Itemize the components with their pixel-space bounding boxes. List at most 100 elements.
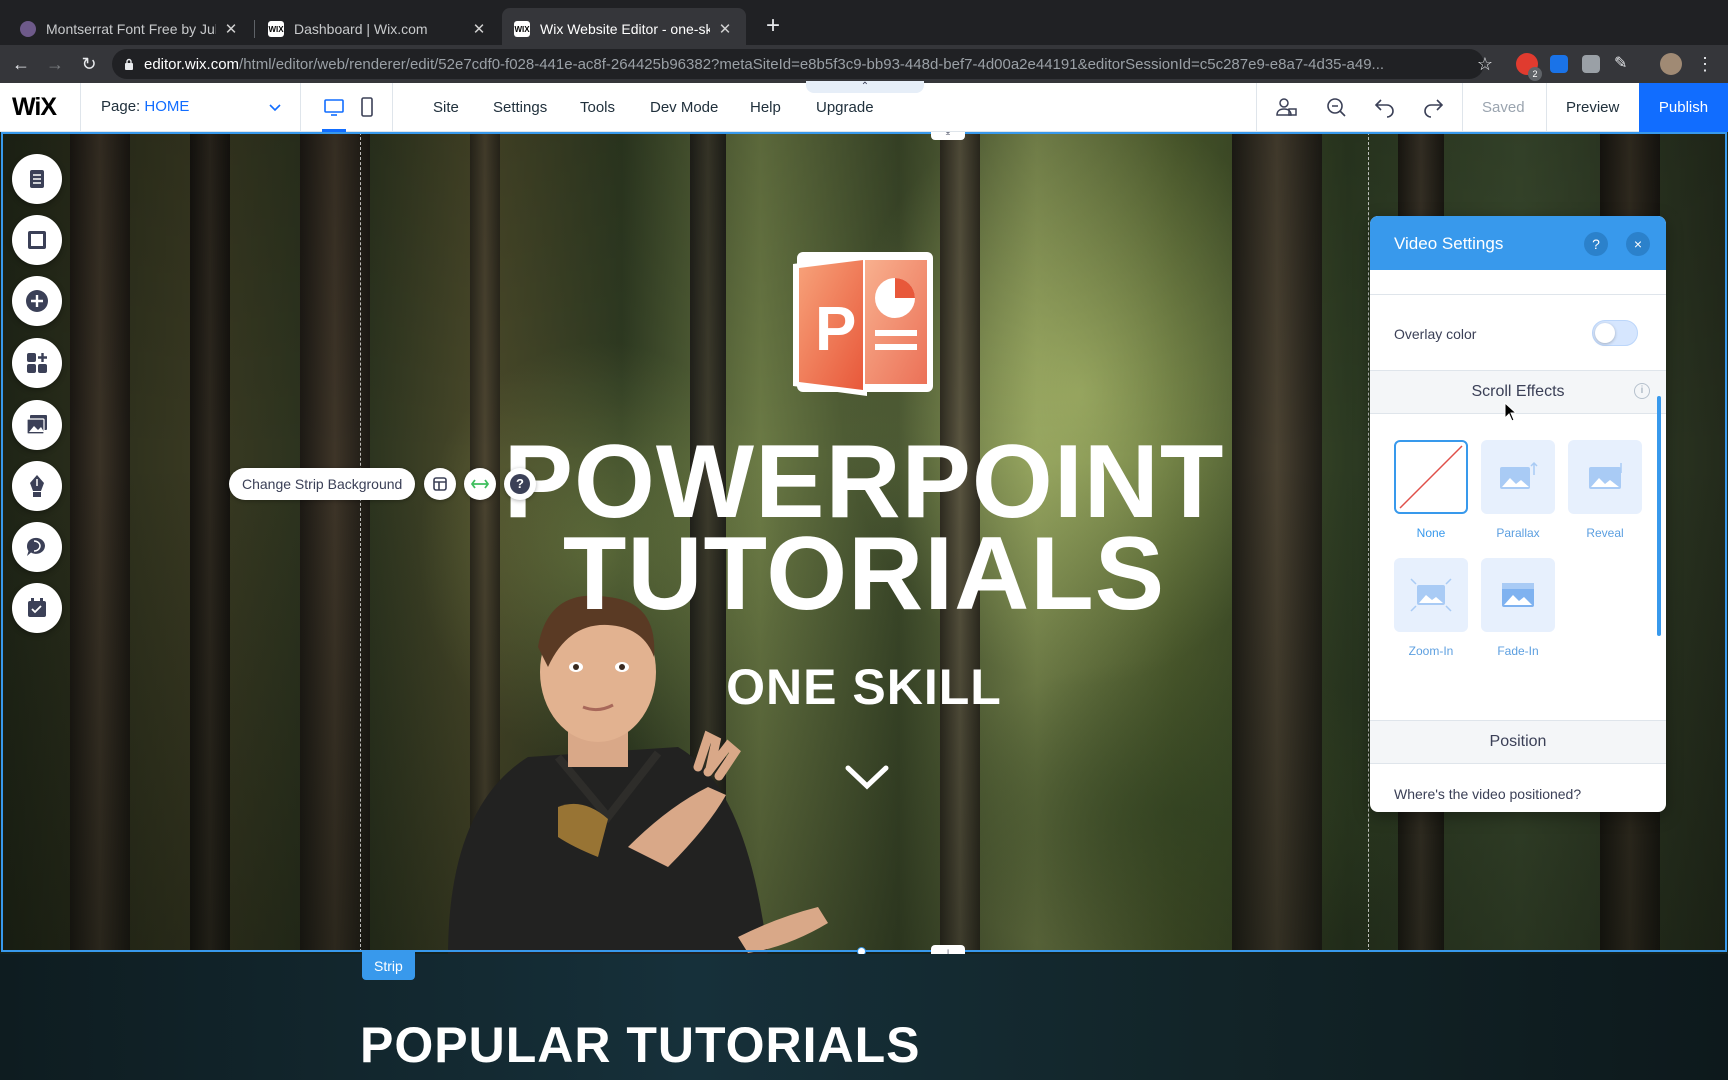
bookings-icon: [28, 598, 46, 617]
menu-site[interactable]: Site: [433, 99, 459, 116]
info-icon[interactable]: i: [1634, 383, 1650, 399]
panel-close-button[interactable]: ×: [1626, 232, 1650, 256]
panel-title: Video Settings: [1394, 234, 1504, 253]
zoom-out-icon[interactable]: [1324, 95, 1348, 119]
pencil-extension-icon[interactable]: ✎: [1614, 53, 1636, 75]
montserrat-favicon-icon: [20, 21, 36, 37]
collapse-top-bar-handle[interactable]: ⌃: [806, 81, 924, 93]
tab-title: Dashboard | Wix.com: [294, 21, 428, 37]
lock-icon: [125, 58, 133, 70]
overlay-color-toggle[interactable]: [1592, 320, 1638, 346]
scroll-effect-fade-in[interactable]: [1481, 558, 1555, 632]
wix-favicon-icon: WIX: [268, 21, 284, 37]
reveal-image-icon: [1589, 463, 1622, 489]
divider: [1256, 83, 1257, 132]
new-tab-button[interactable]: +: [758, 12, 788, 42]
panel-help-button[interactable]: ?: [1584, 232, 1608, 256]
page-selector[interactable]: Page: HOME: [101, 98, 189, 115]
scroll-effects-header: Scroll Effects: [1370, 371, 1666, 413]
scroll-effect-parallax[interactable]: [1481, 440, 1555, 514]
mouse-cursor-icon: [1504, 402, 1516, 422]
menu-settings[interactable]: Settings: [493, 99, 547, 116]
overlay-color-label: Overlay color: [1394, 326, 1477, 342]
page-value: HOME: [144, 98, 190, 115]
extension-icon[interactable]: [1550, 55, 1568, 73]
extension-badge: 2: [1528, 67, 1542, 81]
browser-menu-icon[interactable]: ⋮: [1692, 51, 1718, 77]
preview-button[interactable]: Preview: [1566, 99, 1619, 116]
page-label: Page:: [101, 98, 141, 115]
scroll-effect-none[interactable]: [1394, 440, 1468, 514]
strip-label-tag[interactable]: Strip: [362, 952, 415, 980]
redo-icon[interactable]: [1421, 95, 1445, 119]
divider: [1462, 83, 1463, 132]
browser-tab[interactable]: WIX Dashboard | Wix.com ✕: [256, 8, 500, 50]
forward-button[interactable]: →: [42, 51, 68, 77]
collaborators-icon[interactable]: [1274, 95, 1298, 119]
menu-help[interactable]: Help: [750, 99, 781, 116]
effect-label: None: [1416, 526, 1446, 540]
divider: [1546, 83, 1547, 132]
wix-logo[interactable]: WiX: [12, 93, 57, 122]
menu-tools[interactable]: Tools: [580, 99, 615, 116]
address-bar[interactable]: editor.wix.com /html/editor/web/renderer…: [112, 49, 1484, 79]
bookmark-star-icon[interactable]: ☆: [1472, 51, 1498, 77]
drag-handle-top[interactable]: ⤓: [931, 132, 965, 140]
layout-icon: [28, 231, 46, 249]
tab-title: Montserrat Font Free by Juliet: [46, 21, 216, 37]
divider: [80, 83, 81, 132]
desktop-view-icon[interactable]: [323, 96, 345, 118]
extension-icon[interactable]: [1582, 55, 1600, 73]
effect-label: Reveal: [1586, 526, 1624, 540]
media-icon: [26, 415, 47, 435]
browser-tab-bar: Montserrat Font Free by Juliet ✕ WIX Das…: [0, 0, 1728, 50]
pages-menu-button[interactable]: [12, 154, 62, 204]
add-apps-button[interactable]: [12, 338, 62, 388]
reload-button[interactable]: ↻: [76, 51, 102, 77]
blog-pen-icon: [30, 475, 44, 497]
scroll-effect-zoom-in[interactable]: [1394, 558, 1468, 632]
position-header: Position: [1370, 721, 1666, 763]
divider: [1370, 294, 1666, 295]
add-elements-button[interactable]: [12, 276, 62, 326]
media-button[interactable]: [12, 400, 62, 450]
scroll-effect-reveal[interactable]: [1568, 440, 1642, 514]
close-tab-icon[interactable]: ✕: [470, 20, 488, 38]
zoom-in-image-icon: [1410, 578, 1452, 612]
divider: [1370, 763, 1666, 764]
fade-in-image-icon: [1502, 583, 1534, 607]
publish-button[interactable]: Publish: [1639, 83, 1728, 132]
divider: [300, 83, 301, 132]
parallax-image-icon: [1500, 461, 1538, 489]
browser-tab-active[interactable]: WIX Wix Website Editor - one-skill ✕: [502, 8, 746, 50]
panel-header[interactable]: Video Settings ? ×: [1370, 216, 1666, 270]
toggle-knob: [1595, 323, 1615, 343]
mobile-view-icon[interactable]: [356, 96, 378, 118]
chat-icon: [26, 537, 45, 556]
divider: [1370, 413, 1666, 414]
undo-icon[interactable]: [1373, 95, 1397, 119]
profile-avatar[interactable]: [1660, 53, 1682, 75]
bookings-button[interactable]: [12, 583, 62, 633]
apps-icon: [27, 353, 47, 373]
section-title[interactable]: POPULAR TUTORIALS: [360, 1016, 921, 1074]
browser-toolbar: ← → ↻ editor.wix.com /html/editor/web/re…: [0, 45, 1728, 83]
close-tab-icon[interactable]: ✕: [222, 20, 240, 38]
chevron-down-icon[interactable]: [268, 101, 282, 115]
video-settings-panel: Video Settings ? × Overlay color Scroll …: [1370, 216, 1666, 812]
menu-upgrade[interactable]: Upgrade: [816, 99, 874, 116]
back-button[interactable]: ←: [8, 51, 34, 77]
close-tab-icon[interactable]: ✕: [716, 20, 734, 38]
menu-dev-mode[interactable]: Dev Mode: [650, 99, 718, 116]
panel-scrollbar[interactable]: [1657, 396, 1661, 636]
add-icon: [26, 290, 48, 312]
effect-label: Fade-In: [1497, 644, 1539, 658]
browser-tab[interactable]: Montserrat Font Free by Juliet ✕: [8, 8, 252, 50]
saved-status: Saved: [1482, 99, 1525, 116]
chat-button[interactable]: [12, 522, 62, 572]
blog-button[interactable]: [12, 461, 62, 511]
background-button[interactable]: [12, 215, 62, 265]
url-path: /html/editor/web/renderer/edit/52e7cdf0-…: [239, 55, 1385, 73]
divider: [392, 83, 393, 132]
wix-favicon-icon: WIX: [514, 21, 530, 37]
